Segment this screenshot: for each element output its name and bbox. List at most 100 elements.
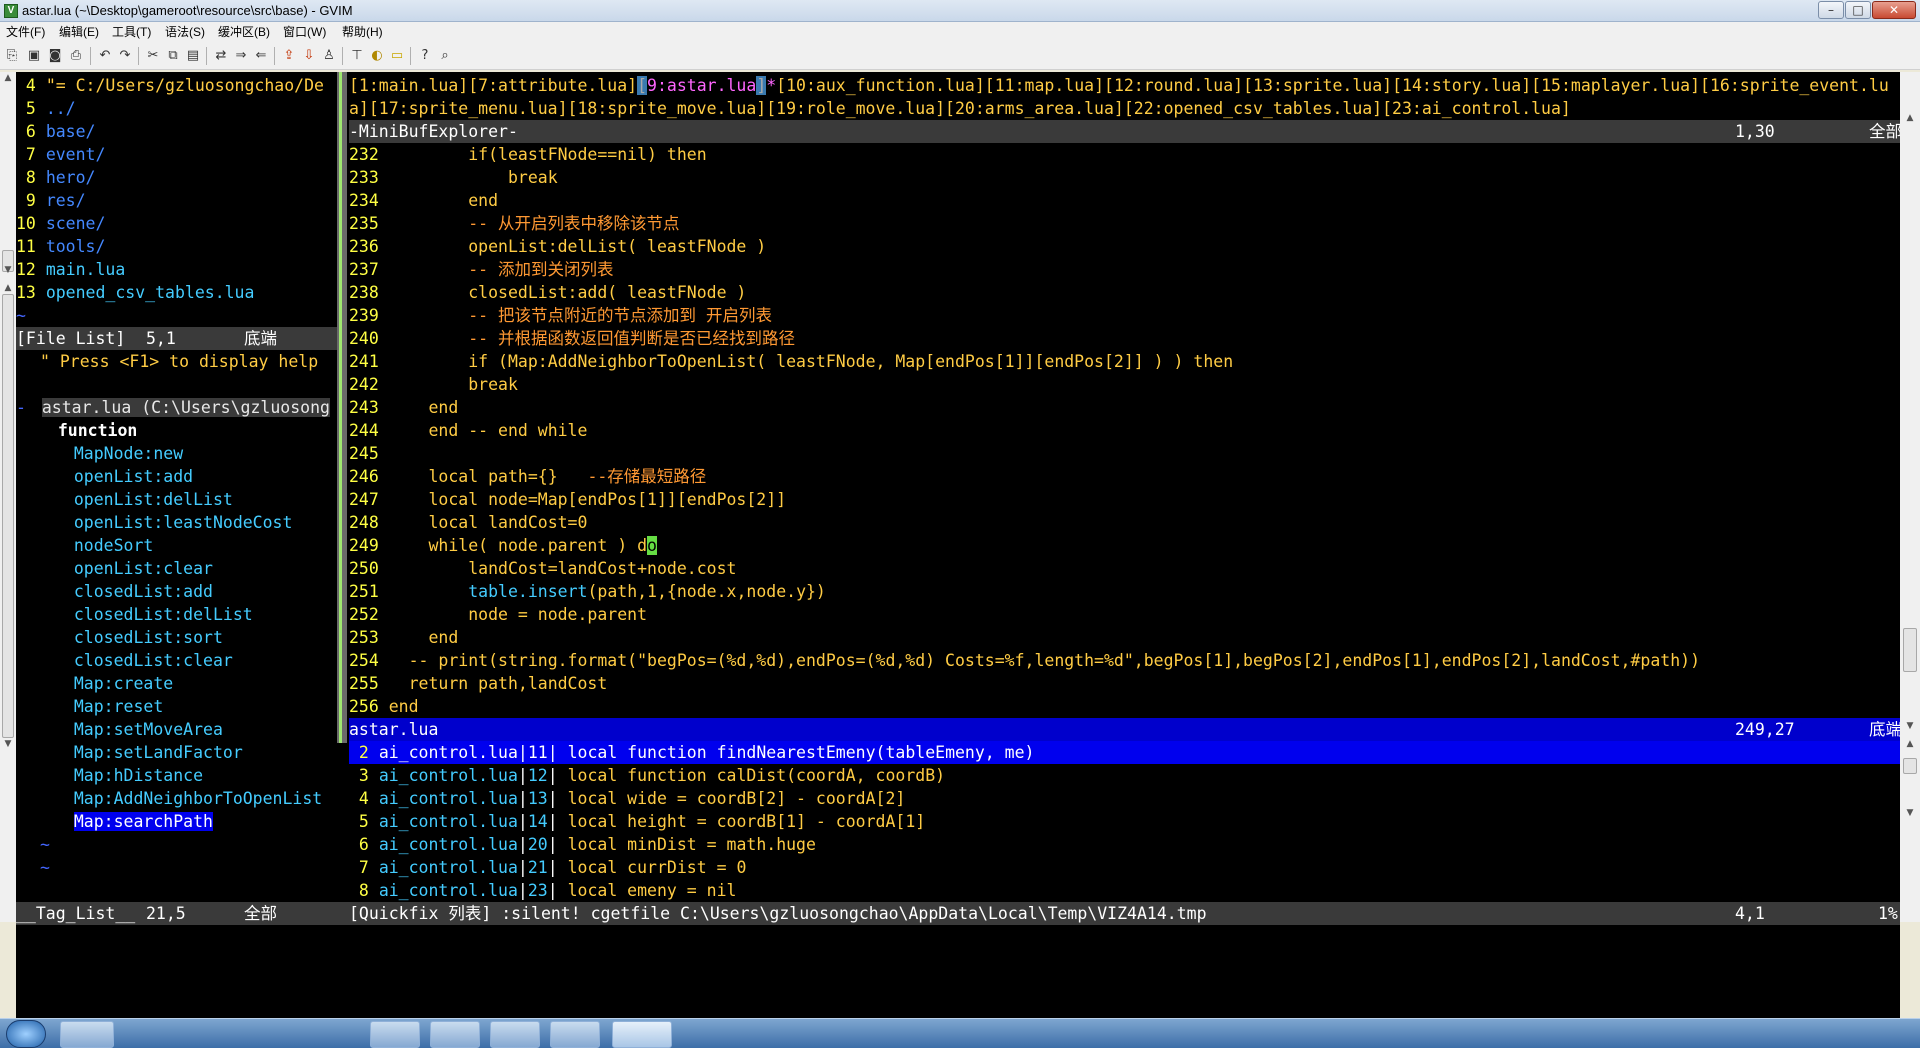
taglist-tag[interactable]: Map:searchPath — [16, 810, 336, 833]
code-line[interactable]: 252 node = node.parent — [349, 603, 1900, 626]
open-icon[interactable]: ⎘ — [3, 47, 21, 65]
build-tags-icon[interactable]: ◐ — [368, 47, 386, 65]
menu-syntax[interactable]: 语法(S) — [165, 22, 205, 42]
code-line[interactable]: 251 table.insert(path,1,{node.x,node.y}) — [349, 580, 1900, 603]
quickfix-line[interactable]: 5 ai_control.lua|14| local height = coor… — [349, 810, 1900, 833]
taglist-tag[interactable]: closedList:delList — [16, 603, 336, 626]
scroll-up-arrow[interactable]: ▲ — [1, 72, 15, 84]
quickfix-line[interactable]: 7 ai_control.lua|21| local currDist = 0 — [349, 856, 1900, 879]
code-line[interactable]: 239 -- 把该节点附近的节点添加到 开启列表 — [349, 304, 1900, 327]
taglist-tag[interactable]: Map:create — [16, 672, 336, 695]
code-line[interactable]: 240 -- 并根据函数返回值判断是否已经找到路径 — [349, 327, 1900, 350]
file-list-line[interactable]: 11 tools/ — [16, 235, 334, 258]
file-list-line[interactable]: 7 event/ — [16, 143, 334, 166]
taskbar-app-button[interactable] — [370, 1021, 420, 1048]
code-line[interactable]: 236 openList:delList( leastFNode ) — [349, 235, 1900, 258]
code-line[interactable]: 241 if (Map:AddNeighborToOpenList( least… — [349, 350, 1900, 373]
code-line[interactable]: 232 if(leastFNode==nil) then — [349, 143, 1900, 166]
taglist-tag[interactable]: openList:clear — [16, 557, 336, 580]
find-prev-icon[interactable]: ⇐ — [252, 47, 270, 65]
editor-area[interactable]: 4 "= C:/Users/gzluosongchao/De 5 ../ 6 b… — [16, 72, 1900, 1018]
code-line[interactable]: 249 while( node.parent ) do — [349, 534, 1900, 557]
code-line[interactable]: 248 local landCost=0 — [349, 511, 1900, 534]
code-line[interactable]: 250 landCost=landCost+node.cost — [349, 557, 1900, 580]
menu-buffers[interactable]: 缓冲区(B) — [218, 22, 270, 42]
save-icon[interactable]: ▣ — [25, 47, 43, 65]
save-session-icon[interactable]: ⇩ — [300, 47, 318, 65]
taglist-tag[interactable]: Map:reset — [16, 695, 336, 718]
menu-edit[interactable]: 编辑(E) — [59, 22, 99, 42]
taglist-tag[interactable]: nodeSort — [16, 534, 336, 557]
minibuf-buffer-tab[interactable]: a][17:sprite_menu.lua][18:sprite_move.lu… — [349, 99, 1571, 118]
code-line[interactable]: 245 — [349, 442, 1900, 465]
scroll-down-arrow[interactable]: ▼ — [1, 264, 15, 276]
taglist-tag[interactable]: Map:setMoveArea — [16, 718, 336, 741]
taglist-tag[interactable]: Map:hDistance — [16, 764, 336, 787]
code-line[interactable]: 246 local path={} --存储最短路径 — [349, 465, 1900, 488]
code-line[interactable]: 255 return path,landCost — [349, 672, 1900, 695]
start-button[interactable] — [6, 1020, 46, 1048]
taskbar-app-button[interactable] — [60, 1021, 114, 1048]
minibuf-buffer-tab[interactable]: 9:astar.lua — [647, 76, 756, 95]
undo-icon[interactable]: ↶ — [96, 47, 114, 65]
taglist-tag[interactable]: closedList:sort — [16, 626, 336, 649]
code-line[interactable]: 234 end — [349, 189, 1900, 212]
file-list-line[interactable]: 5 ../ — [16, 97, 334, 120]
replace-icon[interactable]: ⇄ — [212, 47, 230, 65]
taglist-tag[interactable]: Map:setLandFactor — [16, 741, 336, 764]
run-script-icon[interactable]: ♙ — [320, 47, 338, 65]
quickfix-line[interactable]: 2 ai_control.lua|11| local function find… — [349, 741, 1900, 764]
file-list-line[interactable]: 8 hero/ — [16, 166, 334, 189]
code-line[interactable]: 235 -- 从开启列表中移除该节点 — [349, 212, 1900, 235]
taglist-tag[interactable]: closedList:add — [16, 580, 336, 603]
taglist-tag[interactable]: closedList:clear — [16, 649, 336, 672]
taglist-tag[interactable]: openList:leastNodeCost — [16, 511, 336, 534]
taskbar-app-button[interactable] — [490, 1021, 540, 1048]
file-list-line[interactable]: 9 res/ — [16, 189, 334, 212]
code-line[interactable]: 237 -- 添加到关闭列表 — [349, 258, 1900, 281]
scroll-thumb[interactable] — [1903, 628, 1917, 672]
minibuf-buffer-tab[interactable]: ] — [756, 76, 767, 95]
help-icon[interactable]: ? — [416, 47, 434, 65]
scroll-down-arrow[interactable]: ▼ — [1, 738, 15, 750]
taskbar-gvim-button[interactable] — [612, 1021, 672, 1048]
file-list-line[interactable]: 13 opened_csv_tables.lua — [16, 281, 334, 304]
minibuf-buffer-tab[interactable]: [ — [637, 76, 648, 95]
menu-tools[interactable]: 工具(T) — [112, 22, 151, 42]
code-line[interactable]: 256 end — [349, 695, 1900, 718]
menu-file[interactable]: 文件(F) — [6, 22, 45, 42]
jump-tag-icon[interactable]: ▭ — [388, 47, 406, 65]
scroll-thumb[interactable] — [1903, 758, 1917, 774]
code-line[interactable]: 254 -- print(string.format("begPos=(%d,%… — [349, 649, 1900, 672]
scroll-up-arrow[interactable]: ▲ — [1903, 738, 1917, 750]
maximize-button[interactable]: □ — [1845, 1, 1871, 19]
scroll-up-arrow[interactable]: ▲ — [1, 282, 15, 294]
taglist-tag[interactable]: Map:AddNeighborToOpenList — [16, 787, 336, 810]
make-icon[interactable]: ⊤ — [348, 47, 366, 65]
load-session-icon[interactable]: ⇪ — [280, 47, 298, 65]
scroll-up-arrow[interactable]: ▲ — [1903, 112, 1917, 124]
scroll-thumb[interactable] — [2, 294, 14, 738]
vertical-split-divider[interactable] — [337, 72, 347, 743]
taglist-tag[interactable]: openList:delList — [16, 488, 336, 511]
scroll-down-arrow[interactable]: ▼ — [1903, 807, 1917, 819]
print-icon[interactable]: ⎙ — [67, 47, 85, 65]
taskbar-app-button[interactable] — [550, 1021, 600, 1048]
copy-icon[interactable]: ⧉ — [164, 47, 182, 65]
paste-icon[interactable]: ▤ — [184, 47, 202, 65]
quickfix-line[interactable]: 6 ai_control.lua|20| local minDist = mat… — [349, 833, 1900, 856]
quickfix-line[interactable]: 3 ai_control.lua|12| local function calD… — [349, 764, 1900, 787]
minibuf-buffer-tab[interactable]: * — [766, 76, 776, 95]
quickfix-line[interactable]: 8 ai_control.lua|23| local emeny = nil — [349, 879, 1900, 902]
code-line[interactable]: 238 closedList:add( leastFNode ) — [349, 281, 1900, 304]
find-help-icon[interactable]: ⌕ — [436, 47, 454, 65]
close-button[interactable]: ✕ — [1872, 1, 1916, 19]
code-line[interactable]: 242 break — [349, 373, 1900, 396]
minibuf-buffer-tab[interactable]: [10:aux_function.lua][11:map.lua][12:rou… — [776, 76, 1889, 95]
minimize-button[interactable]: – — [1818, 1, 1844, 19]
scroll-down-arrow[interactable]: ▼ — [1903, 720, 1917, 732]
file-list-line[interactable]: 6 base/ — [16, 120, 334, 143]
code-line[interactable]: 253 end — [349, 626, 1900, 649]
file-list-line[interactable]: 10 scene/ — [16, 212, 334, 235]
redo-icon[interactable]: ↷ — [116, 47, 134, 65]
